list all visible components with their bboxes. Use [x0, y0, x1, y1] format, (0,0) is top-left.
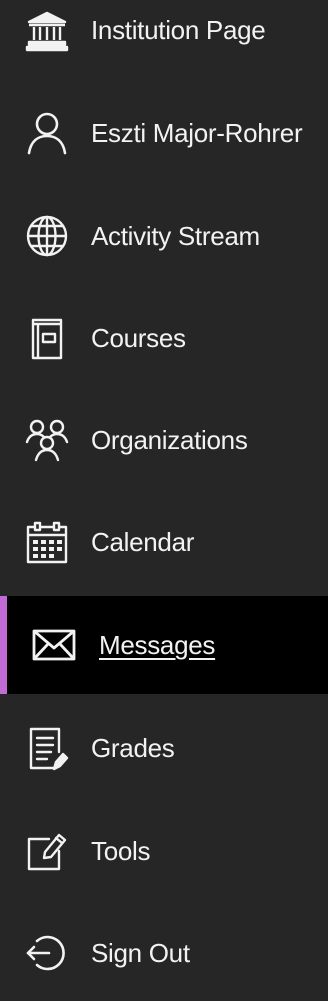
nav-item-label: Grades: [91, 733, 175, 763]
user-profile-icon: [22, 108, 72, 158]
nav-item-sign-out[interactable]: Sign Out: [0, 905, 328, 1001]
nav-item-label: Sign Out: [91, 938, 190, 968]
nav-item-label: Calendar: [91, 527, 195, 557]
nav-item-grades[interactable]: Grades: [0, 700, 328, 796]
nav-item-label: Courses: [91, 323, 186, 353]
nav-item-courses[interactable]: Courses: [0, 290, 328, 386]
nav-item-messages[interactable]: Messages: [0, 596, 328, 694]
courses-icon: [22, 313, 72, 363]
nav-item-calendar[interactable]: Calendar: [0, 494, 328, 590]
sign-out-icon: [22, 928, 72, 978]
active-indicator: [0, 596, 7, 694]
grades-icon: [22, 723, 72, 773]
calendar-icon: [22, 517, 72, 567]
nav-item-label: Activity Stream: [91, 221, 260, 251]
nav-item-label: Eszti Major-Rohrer: [91, 118, 303, 148]
nav-item-label: Messages: [99, 630, 216, 660]
institution-icon: [22, 5, 72, 55]
nav-item-label: Tools: [91, 836, 151, 866]
tools-icon: [22, 826, 72, 876]
nav-item-activity-stream[interactable]: Activity Stream: [0, 188, 328, 284]
envelope-icon: [29, 620, 79, 670]
nav-item-organizations[interactable]: Organizations: [0, 392, 328, 488]
nav-item-profile[interactable]: Eszti Major-Rohrer: [0, 85, 328, 181]
nav-item-institution-page[interactable]: Institution Page: [0, 0, 328, 78]
globe-icon: [22, 211, 72, 261]
nav-item-tools[interactable]: Tools: [0, 803, 328, 899]
nav-item-label: Organizations: [91, 425, 248, 455]
side-navigation: Institution Page Eszti Major-Rohrer Acti…: [0, 0, 328, 975]
nav-item-label: Institution Page: [91, 15, 266, 45]
organizations-icon: [22, 415, 72, 465]
